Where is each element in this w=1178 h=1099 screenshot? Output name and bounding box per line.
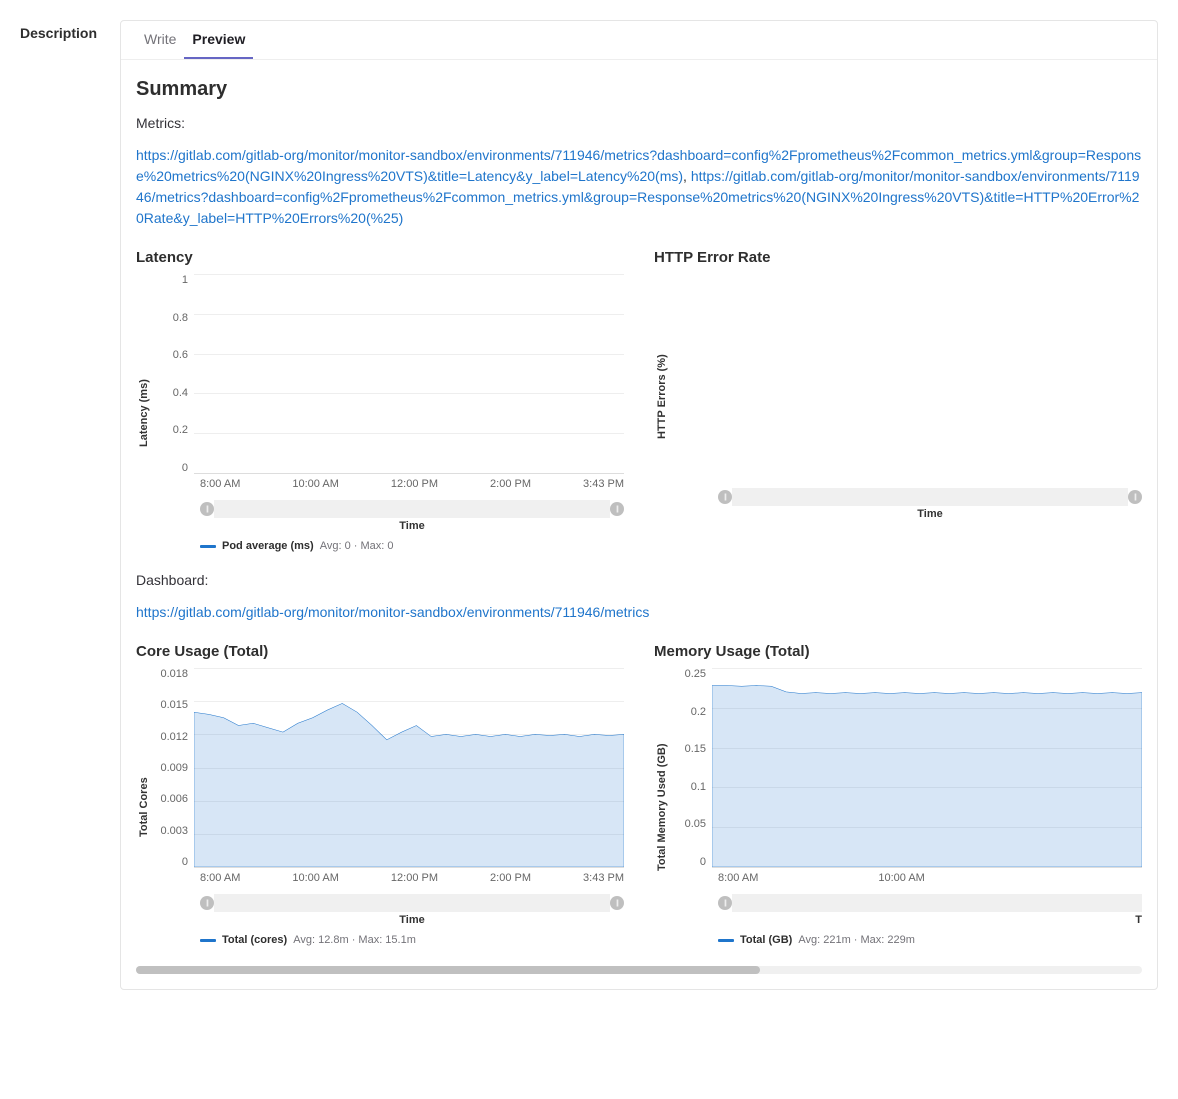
legend: Total (cores) Avg: 12.8m · Max: 15.1m (200, 934, 624, 946)
legend-series-stats: Avg: 221m · Max: 229m (798, 934, 915, 946)
series-area (712, 668, 1142, 867)
legend-series-stats: Avg: 12.8m · Max: 15.1m (293, 934, 416, 946)
chart-title: HTTP Error Rate (654, 249, 1142, 266)
brush-axis-label: T (718, 914, 1142, 926)
brush-handle-left[interactable] (718, 490, 732, 504)
x-ticks: 8:00 AM 10:00 AM 12:00 PM 2:00 PM 3:43 P… (200, 872, 624, 884)
brush-axis-label: Time (718, 508, 1142, 520)
tab-write[interactable]: Write (136, 21, 184, 59)
chart-title: Core Usage (Total) (136, 643, 624, 660)
plot-area[interactable] (712, 274, 1142, 474)
brush-axis-label: Time (200, 520, 624, 532)
brush-handle-left[interactable] (718, 896, 732, 910)
time-brush[interactable] (718, 894, 1142, 912)
chart-core-usage: Core Usage (Total) Total Cores 0.018 0.0… (136, 643, 624, 946)
brush-handle-right[interactable] (1128, 490, 1142, 504)
brush-handle-left[interactable] (200, 502, 214, 516)
x-ticks: 8:00 AM 10:00 AM 12:00 PM 2:00 PM 3:43 P… (200, 478, 624, 490)
description-panel: Write Preview Summary Metrics: https://g… (120, 20, 1158, 990)
horizontal-scrollbar[interactable] (136, 966, 1142, 974)
x-ticks: 8:00 AM 10:00 AM (718, 872, 1142, 884)
series-area (194, 668, 624, 867)
plot-area[interactable] (712, 668, 1142, 868)
brush-handle-left[interactable] (200, 896, 214, 910)
dashboard-link[interactable]: https://gitlab.com/gitlab-org/monitor/mo… (136, 604, 649, 620)
plot-area[interactable] (194, 668, 624, 868)
y-axis-label: Total Cores (136, 668, 152, 946)
legend-series-stats: Avg: 0 · Max: 0 (320, 540, 394, 552)
description-label: Description (20, 25, 100, 41)
brush-handle-right[interactable] (610, 502, 624, 516)
scrollbar-thumb[interactable] (136, 966, 760, 974)
time-brush[interactable] (200, 894, 624, 912)
legend: Total (GB) Avg: 221m · Max: 229m (718, 934, 1142, 946)
y-axis-label: Total Memory Used (GB) (654, 668, 670, 946)
dashboard-label: Dashboard: (136, 572, 1142, 588)
y-axis-label: HTTP Errors (%) (654, 274, 670, 520)
summary-heading: Summary (136, 78, 1142, 101)
link-separator: , (683, 168, 691, 184)
y-ticks: 0.25 0.2 0.15 0.1 0.05 0 (670, 668, 712, 868)
y-ticks: 0.018 0.015 0.012 0.009 0.006 0.003 0 (152, 668, 194, 868)
time-brush[interactable] (718, 488, 1142, 506)
legend-swatch (200, 545, 216, 548)
legend-series-name: Total (GB) (740, 934, 792, 946)
y-axis-label: Latency (ms) (136, 274, 152, 552)
brush-handle-right[interactable] (610, 896, 624, 910)
metrics-links: https://gitlab.com/gitlab-org/monitor/mo… (136, 145, 1142, 229)
time-brush[interactable] (200, 500, 624, 518)
legend-series-name: Total (cores) (222, 934, 287, 946)
tab-preview[interactable]: Preview (184, 21, 253, 59)
chart-http-error-rate: HTTP Error Rate HTTP Errors (%) (654, 249, 1142, 552)
legend: Pod average (ms) Avg: 0 · Max: 0 (200, 540, 624, 552)
chart-latency: Latency Latency (ms) 1 0.8 0.6 0.4 0.2 0 (136, 249, 624, 552)
brush-axis-label: Time (200, 914, 624, 926)
legend-series-name: Pod average (ms) (222, 540, 314, 552)
chart-title: Latency (136, 249, 624, 266)
legend-swatch (718, 939, 734, 942)
plot-area[interactable] (194, 274, 624, 474)
editor-tabs: Write Preview (121, 21, 1157, 60)
metrics-label: Metrics: (136, 115, 1142, 131)
chart-title: Memory Usage (Total) (654, 643, 1142, 660)
chart-memory-usage: Memory Usage (Total) Total Memory Used (… (654, 643, 1142, 946)
legend-swatch (200, 939, 216, 942)
y-ticks: 1 0.8 0.6 0.4 0.2 0 (152, 274, 194, 474)
